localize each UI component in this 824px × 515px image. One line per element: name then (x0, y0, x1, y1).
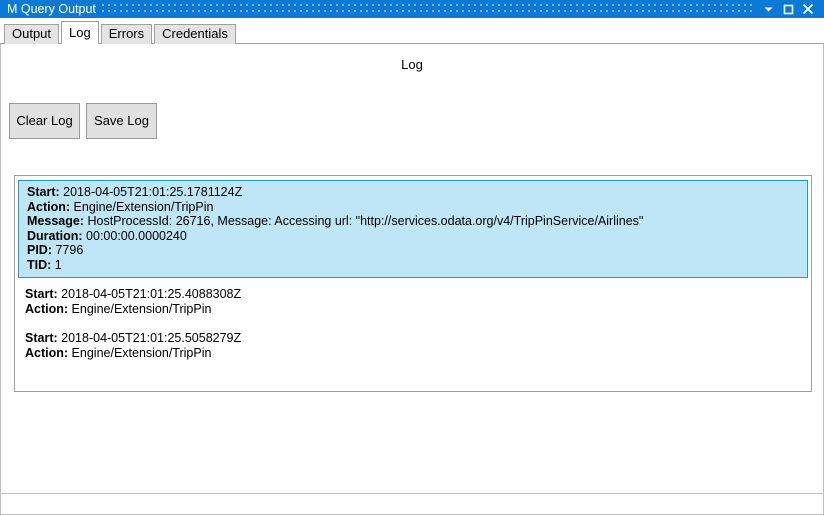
page-title: Log (401, 57, 423, 72)
log-entry-field-label: TID: (27, 257, 52, 272)
log-entry-field-label: Action: (27, 199, 71, 214)
log-entry-line: Duration: 00:00:00.0000240 (27, 229, 807, 244)
log-entry-field-value: 00:00:00.0000240 (86, 228, 187, 243)
log-entry-field-label: Start: (27, 185, 60, 199)
window-controls (758, 0, 824, 18)
status-bar (0, 493, 824, 515)
log-page: Log Clear Log Save Log Start: 2018-04-05… (0, 44, 824, 493)
tab-credentials[interactable]: Credentials (154, 24, 236, 44)
log-entry-field-value: 2018-04-05T21:01:25.1781124Z (63, 185, 243, 199)
log-entry-line: Message: HostProcessId: 26716, Message: … (27, 214, 807, 229)
close-button[interactable] (798, 0, 818, 18)
clear-log-button[interactable]: Clear Log (9, 103, 80, 139)
log-entry-field-label: Message: (27, 214, 84, 228)
title-bar-grip-pattern (101, 2, 754, 16)
minimize-button[interactable] (758, 0, 778, 18)
log-entry-field-label: Start: (25, 331, 58, 345)
title-bar[interactable]: M Query Output (0, 0, 824, 18)
log-entry-field-value: 2018-04-05T21:01:25.5058279Z (61, 331, 242, 345)
maximize-button[interactable] (778, 0, 798, 18)
log-entry-line: Action: Engine/Extension/TripPin (25, 346, 810, 361)
log-entry-field-value: Engine/Extension/TripPin (71, 345, 212, 360)
log-entry[interactable]: Start: 2018-04-05T21:01:25.5058279Z Actio… (16, 326, 810, 366)
log-entry-field-label: Action: (25, 345, 69, 360)
log-entry-field-value: 7796 (55, 243, 84, 257)
tab-errors[interactable]: Errors (100, 24, 153, 44)
log-entry-line: Action: Engine/Extension/TripPin (27, 200, 807, 215)
log-entry-field-value: Engine/Extension/TripPin (71, 301, 212, 316)
tab-log[interactable]: Log (61, 21, 99, 45)
save-log-button[interactable]: Save Log (86, 103, 157, 139)
log-entry-field-value: Engine/Extension/TripPin (73, 199, 214, 214)
log-entry-line: Start: 2018-04-05T21:01:25.5058279Z (25, 331, 810, 346)
log-entry-line: Start: 2018-04-05T21:01:25.4088308Z (25, 287, 810, 302)
log-entry-field-label: Action: (25, 301, 69, 316)
log-entry-field-label: PID: (27, 243, 52, 257)
log-entry-list[interactable]: Start: 2018-04-05T21:01:25.1781124Z Actio… (14, 175, 812, 392)
tab-strip: Output Log Errors Credentials (0, 18, 824, 45)
log-entry[interactable]: Start: 2018-04-05T21:01:25.1781124Z Actio… (18, 180, 808, 278)
log-entry-line: TID: 1 (27, 258, 807, 273)
log-entry-field-value: 1 (54, 257, 62, 272)
log-entry-field-value: HostProcessId: 26716, Message: Accessing… (87, 214, 644, 228)
log-entry-field-value: 2018-04-05T21:01:25.4088308Z (61, 287, 242, 301)
tab-output[interactable]: Output (4, 24, 60, 44)
log-entry-line: Action: Engine/Extension/TripPin (25, 302, 810, 317)
log-entry-line: Start: 2018-04-05T21:01:25.1781124Z (27, 185, 807, 200)
log-entry[interactable]: Start: 2018-04-05T21:01:25.4088308Z Actio… (16, 282, 810, 322)
log-entry-line: PID: 7796 (27, 243, 807, 258)
log-toolbar: Clear Log Save Log (9, 103, 157, 139)
log-entry-field-label: Start: (25, 287, 58, 301)
m-query-output-window: M Query Output Output Log Errors Credent… (0, 0, 824, 515)
log-entry-field-label: Duration: (27, 228, 83, 243)
window-title: M Query Output (7, 2, 96, 16)
